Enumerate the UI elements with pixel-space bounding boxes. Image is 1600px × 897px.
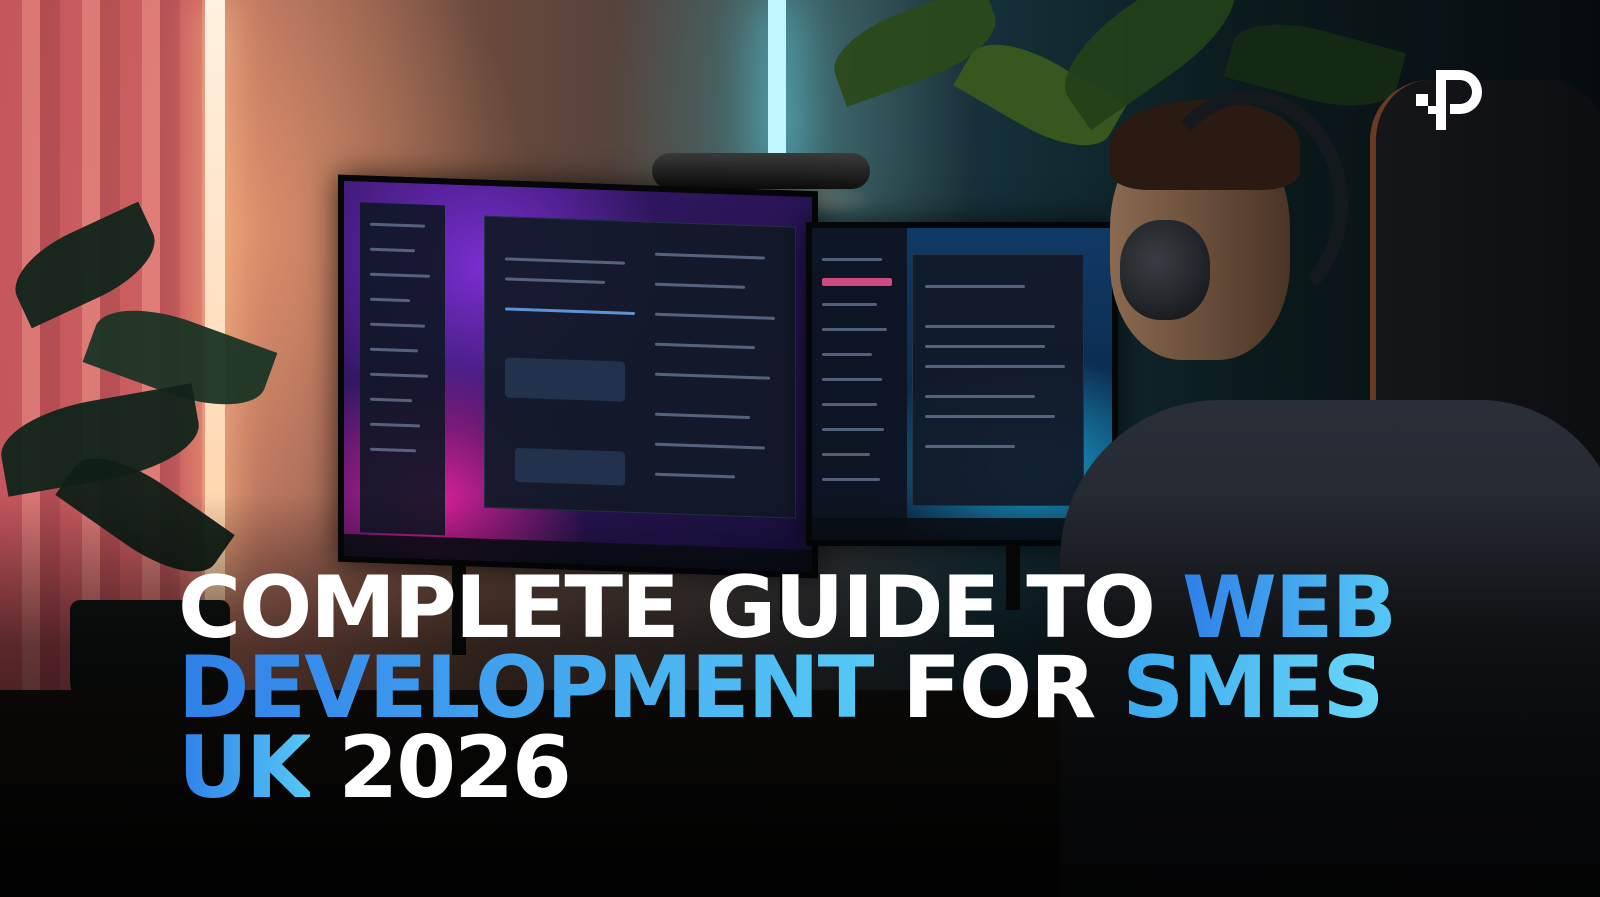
headline-line-1: COMPLETE GUIDE TO WEB bbox=[178, 565, 1397, 651]
headline-accent: SMES bbox=[1122, 638, 1384, 738]
headline-text: 2026 bbox=[310, 718, 571, 818]
headline-line-2: DEVELOPMENT FOR SMES bbox=[178, 645, 1395, 731]
page-title: COMPLETE GUIDE TO WEB DEVELOPMENT FOR SM… bbox=[178, 565, 1397, 811]
hero-image: COMPLETE GUIDE TO WEB DEVELOPMENT FOR SM… bbox=[0, 0, 1600, 897]
headline-text: FOR bbox=[874, 638, 1123, 738]
headline-line-3: UK 2026 bbox=[178, 725, 1395, 811]
headline-accent: UK bbox=[178, 718, 312, 818]
p-brand-icon bbox=[1416, 70, 1482, 130]
